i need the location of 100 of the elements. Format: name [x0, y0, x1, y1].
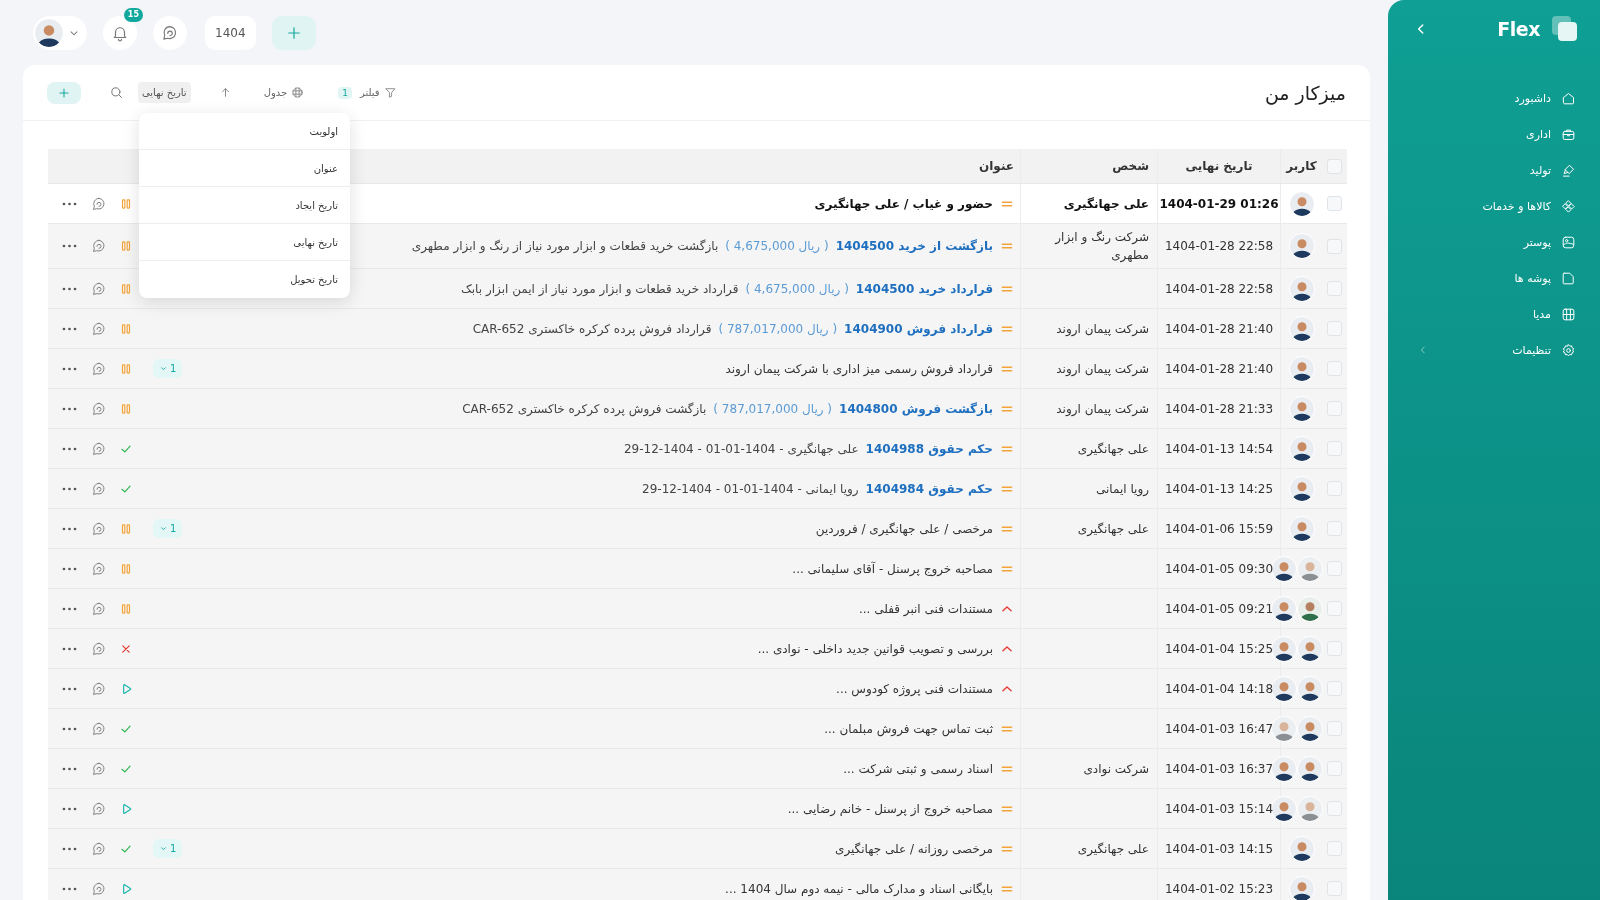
date-text: 1404-01-02 15:23 [1164, 881, 1274, 896]
record-link[interactable]: حکم حقوق 1404984 [865, 481, 993, 496]
more-icon [62, 886, 77, 891]
view-button[interactable]: جدول [263, 86, 305, 99]
person-name: علی جهانگیری [1077, 440, 1149, 458]
date-text: 1404-01-04 15:25 [1164, 641, 1274, 656]
chat-icon [161, 23, 179, 42]
year-button[interactable]: 1404 [205, 15, 256, 50]
briefcase-icon [1561, 126, 1576, 142]
more-icon [62, 806, 77, 811]
chat-icon [91, 560, 107, 577]
date-text: 1404-01-04 14:18 [1164, 681, 1274, 696]
brand-name: Flex [1497, 18, 1540, 40]
more-icon [62, 201, 77, 206]
amount-text: ( 787,017,000 ریال ) [713, 401, 833, 416]
user-avatar [35, 18, 63, 47]
task-title: مستندات فنی پروژه کودوس ... [836, 681, 993, 696]
record-link[interactable]: بازگشت از خرید 1404500 [835, 239, 993, 253]
add-button[interactable] [47, 81, 81, 104]
more-icon [62, 366, 77, 371]
more-icon [62, 846, 77, 851]
person-name: رویا ایمانی [1096, 480, 1149, 498]
chat-icon [91, 480, 107, 497]
task-title: قرارداد فروش رسمی میز اداری با شرکت پیمان اروند [725, 361, 993, 376]
menu-item[interactable]: اولویت [139, 113, 350, 150]
column-header: عنوان [979, 159, 1014, 173]
task-title: مصاحبه خروج پرسنل - آقای سلیمانی ... [792, 561, 993, 576]
record-link[interactable]: قرارداد خرید 1404500 [855, 281, 993, 296]
person-name: شرکت نوادی [1083, 760, 1149, 778]
person-name: شرکت رنگ و ابزار مطهری [1053, 229, 1149, 264]
more-icon [62, 646, 77, 651]
chat-icon [91, 840, 107, 857]
more-icon [62, 286, 77, 291]
caret-icon [159, 364, 168, 373]
person-name: شرکت پیمان اروند [1056, 360, 1149, 378]
person-name: علی جهانگیری [1063, 195, 1149, 213]
page-title: میزکار من [1264, 81, 1346, 104]
task-title: مصاحبه خروج از پرسنل - خانم رضایی ... [787, 801, 993, 816]
chat-button[interactable] [153, 15, 187, 50]
plus-icon [57, 85, 71, 100]
caret-icon [159, 844, 168, 853]
add-button[interactable] [271, 15, 316, 50]
record-link[interactable]: بازگشت فروش 1404800 [839, 401, 993, 416]
date-text: 1404-01-06 15:59 [1164, 521, 1274, 536]
chat-icon [91, 720, 107, 737]
logo-icon [1550, 15, 1578, 43]
date-text: 1404-01-28 22:58 [1164, 239, 1274, 253]
more-icon [62, 726, 77, 731]
chat-icon [91, 360, 107, 377]
task-title: بازگشت خرید قطعات و ابزار مورد نیاز از رنگ و ابزار مطهری [411, 239, 719, 253]
task-title: مرخصی / علی جهانگیری / فروردین [815, 521, 993, 536]
chat-icon [91, 600, 107, 617]
task-title: علی جهانگیری - 1404-01-01 - 1404-12-29 [623, 441, 859, 456]
more-icon [62, 606, 77, 611]
notifications-button[interactable] [103, 15, 137, 50]
task-title: قرارداد فروش پرده کرکره خاکستری CAR-652 [472, 321, 712, 336]
amount-text: ( 4,675,000 ریال ) [725, 239, 829, 253]
task-title: مستندات فنی انبر قفلی ... [858, 601, 993, 616]
date-text: 1404-01-03 15:14 [1164, 801, 1274, 816]
search-icon [109, 85, 124, 100]
nav-item[interactable]: کالاها و خدمات [1388, 188, 1600, 224]
chat-icon [91, 680, 107, 697]
amount-text: ( 4,675,000 ریال ) [745, 281, 849, 296]
record-link[interactable]: قرارداد فروش 1404900 [844, 321, 993, 336]
nav-item[interactable]: پوستر [1388, 224, 1600, 260]
nav-item[interactable]: مدیا [1388, 296, 1600, 332]
chat-icon [91, 760, 107, 777]
amount-text: ( 787,017,000 ریال ) [718, 321, 838, 336]
row-checkbox[interactable] [1327, 196, 1342, 211]
date-text: 1404-01-29 01:26 [1159, 196, 1279, 211]
user-menu-button[interactable] [33, 15, 87, 50]
image-icon [1561, 234, 1576, 250]
person-name: شرکت پیمان اروند [1056, 320, 1149, 338]
filter-count: 1 [338, 86, 352, 99]
notification-count: 15 [123, 7, 143, 22]
date-text: 1404-01-28 21:40 [1164, 321, 1274, 336]
person-name: شرکت پیمان اروند [1056, 400, 1149, 418]
nav-item[interactable]: تنظیمات [1388, 332, 1600, 368]
more-icon [62, 566, 77, 571]
nav-item[interactable]: پوشه ها [1388, 260, 1600, 296]
chat-icon [91, 400, 107, 417]
date-text: 1404-01-28 22:58 [1164, 281, 1274, 296]
column-header: کاربر [1286, 159, 1317, 173]
chat-icon [91, 238, 107, 254]
task-title: بررسی و تصویب قوانین جدید داخلی - نوادی ... [757, 641, 993, 656]
column-header: شخص [1112, 159, 1149, 173]
sort-button[interactable]: تاریخ نهایی [138, 82, 191, 103]
date-text: 1404-01-03 14:15 [1164, 841, 1274, 856]
more-icon [62, 686, 77, 691]
column-header: تاریخ نهایی [1185, 159, 1253, 173]
caret-icon [159, 524, 168, 533]
record-link[interactable]: حکم حقوق 1404988 [865, 441, 993, 456]
date-text: 1404-01-05 09:21 [1164, 601, 1274, 616]
filter-icon [383, 86, 397, 99]
date-text: 1404-01-03 16:37 [1164, 761, 1274, 776]
more-button[interactable] [60, 242, 79, 250]
chat-icon [91, 520, 107, 537]
task-title: اسناد رسمی و ثبتی شرکت ... [843, 761, 993, 776]
task-title: رویا ایمانی - 1404-01-01 - 1404-12-29 [642, 481, 859, 496]
grid-icon [1561, 306, 1576, 322]
